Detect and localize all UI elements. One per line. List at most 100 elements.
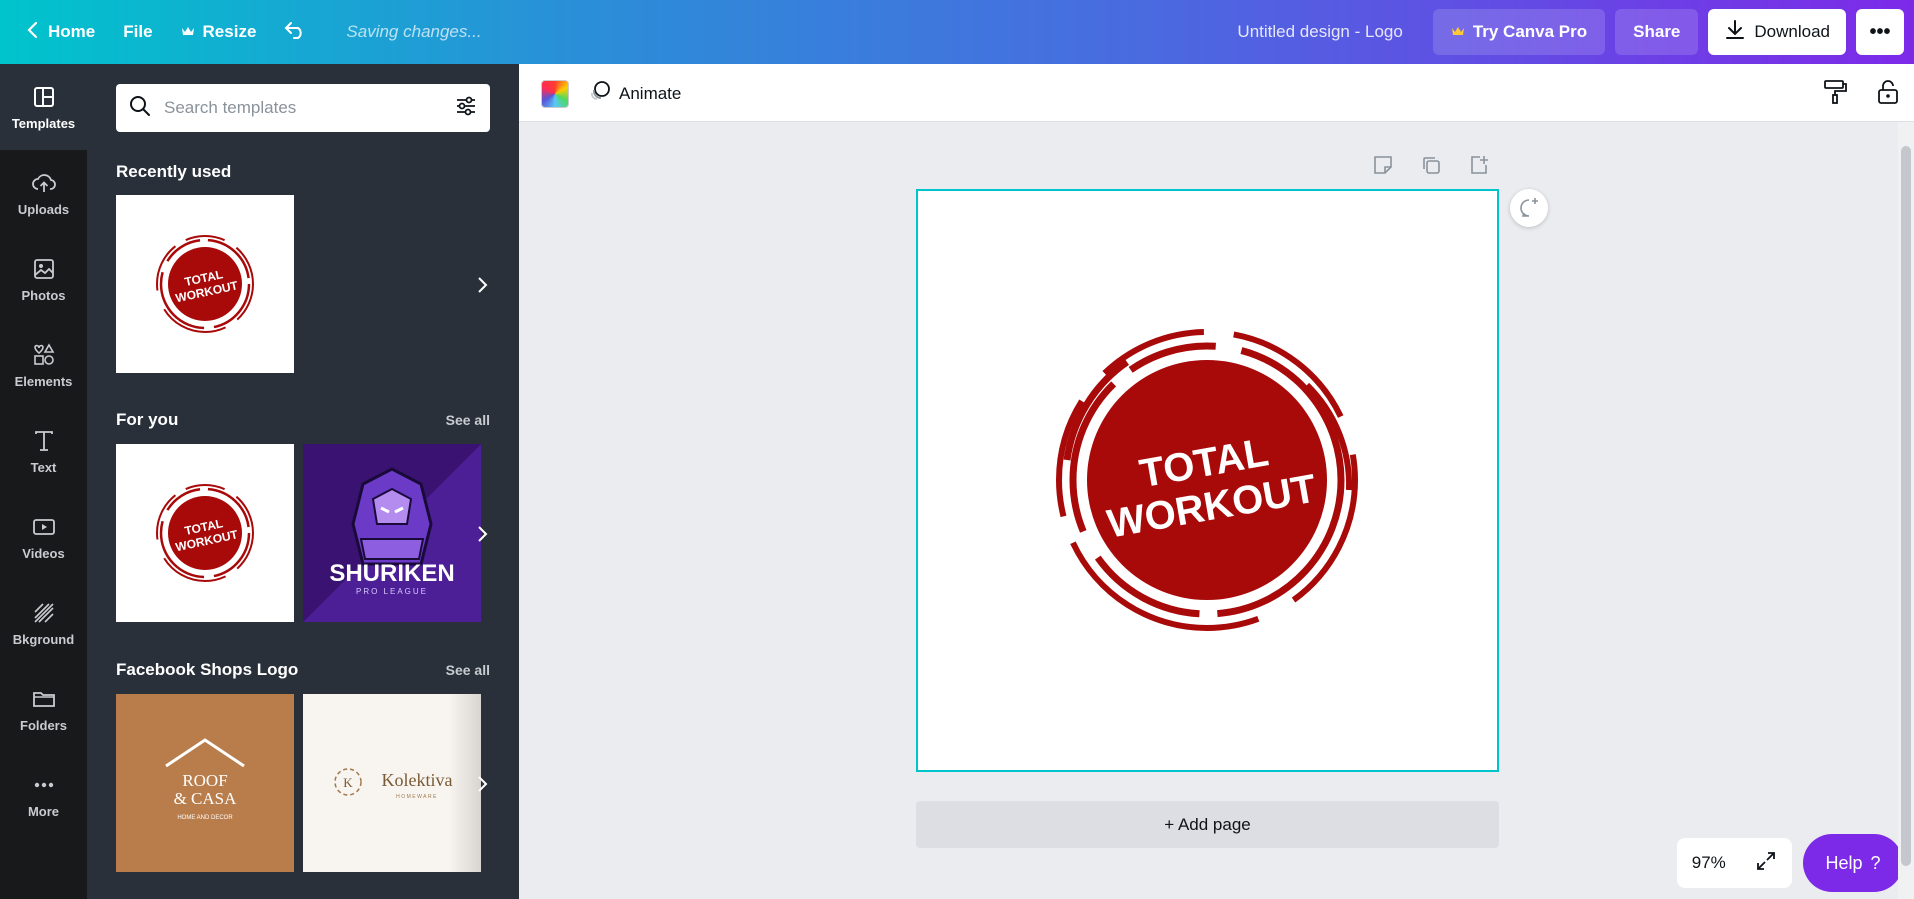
- add-page-button[interactable]: + Add page: [916, 801, 1499, 848]
- facebook-shops-title: Facebook Shops Logo: [116, 660, 299, 679]
- download-icon: [1724, 19, 1746, 46]
- design-title[interactable]: Untitled design - Logo: [1237, 22, 1402, 42]
- more-options-button[interactable]: •••: [1856, 9, 1904, 55]
- try-pro-label: Try Canva Pro: [1472, 22, 1588, 41]
- search-input[interactable]: [164, 98, 442, 118]
- nav-item-text[interactable]: Text: [0, 408, 87, 494]
- photos-icon: [33, 258, 54, 279]
- videos-icon: [32, 518, 55, 535]
- zoom-control: 97%: [1677, 838, 1792, 888]
- templates-panel: Recently used TOTAL WORKOUT For you See …: [87, 64, 519, 899]
- question-mark-icon: ?: [1870, 852, 1881, 873]
- nav-item-videos[interactable]: Videos: [0, 494, 87, 580]
- svg-text:ROOF: ROOF: [182, 771, 227, 790]
- help-button[interactable]: Help ?: [1803, 834, 1903, 892]
- home-button[interactable]: Home: [0, 0, 109, 64]
- download-button[interactable]: Download: [1708, 9, 1846, 55]
- shuriken-mascot-icon: SHURIKEN PRO LEAGUE: [329, 467, 455, 596]
- resize-button[interactable]: Resize: [167, 0, 271, 64]
- left-nav: Templates Uploads Photos Elements Text V…: [0, 64, 87, 899]
- nav-label: Elements: [14, 373, 73, 389]
- animate-icon: [589, 80, 611, 107]
- zoom-level[interactable]: 97%: [1692, 853, 1726, 873]
- templates-icon: [33, 86, 54, 107]
- design-page[interactable]: TOTAL WORKOUT: [916, 189, 1499, 772]
- nav-label: Folders: [20, 717, 67, 733]
- svg-text:K: K: [343, 775, 353, 790]
- background-icon: [33, 602, 54, 623]
- svg-text:PRO LEAGUE: PRO LEAGUE: [356, 587, 428, 596]
- top-bar: Home File Resize Saving changes... Untit…: [0, 0, 1914, 64]
- scrollbar-thumb[interactable]: [1901, 146, 1911, 866]
- nav-label: Text: [30, 459, 57, 475]
- home-label: Home: [48, 22, 96, 41]
- help-label: Help: [1825, 852, 1863, 873]
- see-all-link[interactable]: See all: [446, 662, 490, 678]
- chevron-right-icon[interactable]: [467, 519, 497, 549]
- svg-text:SHURIKEN: SHURIKEN: [329, 560, 454, 587]
- search-icon: [128, 94, 152, 123]
- more-dots-icon: [34, 782, 53, 787]
- nav-label: Videos: [22, 545, 65, 561]
- folder-icon: [32, 691, 55, 707]
- add-comment-button[interactable]: [1510, 189, 1548, 227]
- roof-casa-logo: ROOF & CASA HOME AND DECOR: [165, 738, 245, 821]
- duplicate-page-icon[interactable]: [1420, 154, 1442, 181]
- crown-icon: [1451, 22, 1465, 42]
- nav-item-elements[interactable]: Elements: [0, 322, 87, 408]
- total-workout-logo: TOTAL WORKOUT: [156, 235, 254, 333]
- lock-icon[interactable]: [1876, 78, 1900, 111]
- kolektiva-logo: K Kolektiva HOMEWARE: [334, 768, 452, 800]
- paint-roller-icon[interactable]: [1822, 78, 1848, 111]
- upload-cloud-icon: [31, 173, 56, 192]
- notes-icon[interactable]: [1372, 154, 1394, 181]
- nav-item-folders[interactable]: Folders: [0, 666, 87, 752]
- file-label: File: [123, 22, 153, 41]
- file-menu[interactable]: File: [109, 0, 166, 64]
- nav-label: Bkground: [12, 631, 75, 647]
- nav-label: More: [27, 803, 60, 819]
- svg-text:& CASA: & CASA: [174, 789, 238, 808]
- chevron-left-icon: [26, 21, 40, 44]
- undo-button[interactable]: [270, 0, 320, 64]
- saving-status: Saving changes...: [346, 22, 482, 41]
- try-canva-pro-button[interactable]: Try Canva Pro: [1432, 9, 1606, 55]
- nav-item-more[interactable]: More: [0, 752, 87, 838]
- undo-icon: [284, 20, 306, 45]
- elements-icon: [33, 342, 54, 365]
- chevron-right-icon[interactable]: [467, 270, 497, 300]
- animate-label: Animate: [619, 83, 682, 103]
- color-picker-button[interactable]: [541, 80, 569, 108]
- nav-item-uploads[interactable]: Uploads: [0, 150, 87, 236]
- nav-item-background[interactable]: Bkground: [0, 580, 87, 666]
- crown-icon: [181, 22, 195, 42]
- template-thumbnail-roof-casa[interactable]: ROOF & CASA HOME AND DECOR: [116, 694, 294, 872]
- editor-toolbar: Animate: [519, 64, 1914, 122]
- comment-add-icon: [1520, 198, 1538, 217]
- nav-label: Uploads: [17, 201, 70, 217]
- total-workout-logo: TOTAL WORKOUT: [1056, 329, 1358, 631]
- fullscreen-icon[interactable]: [1755, 850, 1777, 877]
- nav-label: Photos: [21, 287, 66, 303]
- chevron-right-icon[interactable]: [467, 769, 497, 799]
- download-label: Download: [1754, 22, 1830, 41]
- animate-button[interactable]: Animate: [589, 80, 681, 107]
- recently-used-title: Recently used: [116, 162, 232, 181]
- template-thumbnail-total-workout[interactable]: TOTAL WORKOUT: [116, 195, 294, 373]
- resize-label: Resize: [202, 22, 257, 41]
- template-thumbnail-kolektiva[interactable]: K Kolektiva HOMEWARE: [303, 694, 481, 872]
- share-button[interactable]: Share: [1615, 9, 1699, 55]
- nav-item-templates[interactable]: Templates: [0, 64, 87, 150]
- template-thumbnail-shuriken[interactable]: SHURIKEN PRO LEAGUE: [303, 444, 481, 622]
- nav-item-photos[interactable]: Photos: [0, 236, 87, 322]
- nav-label: Templates: [11, 115, 76, 131]
- template-thumbnail-total-workout[interactable]: TOTAL WORKOUT: [116, 444, 294, 622]
- total-workout-logo: TOTAL WORKOUT: [156, 484, 254, 582]
- see-all-link[interactable]: See all: [446, 412, 490, 428]
- add-page-icon[interactable]: [1468, 154, 1490, 181]
- vertical-scrollbar[interactable]: [1898, 122, 1914, 899]
- share-label: Share: [1633, 22, 1681, 41]
- svg-text:HOMEWARE: HOMEWARE: [396, 794, 438, 800]
- filter-icon[interactable]: [454, 94, 478, 123]
- page-tools: [1372, 154, 1490, 181]
